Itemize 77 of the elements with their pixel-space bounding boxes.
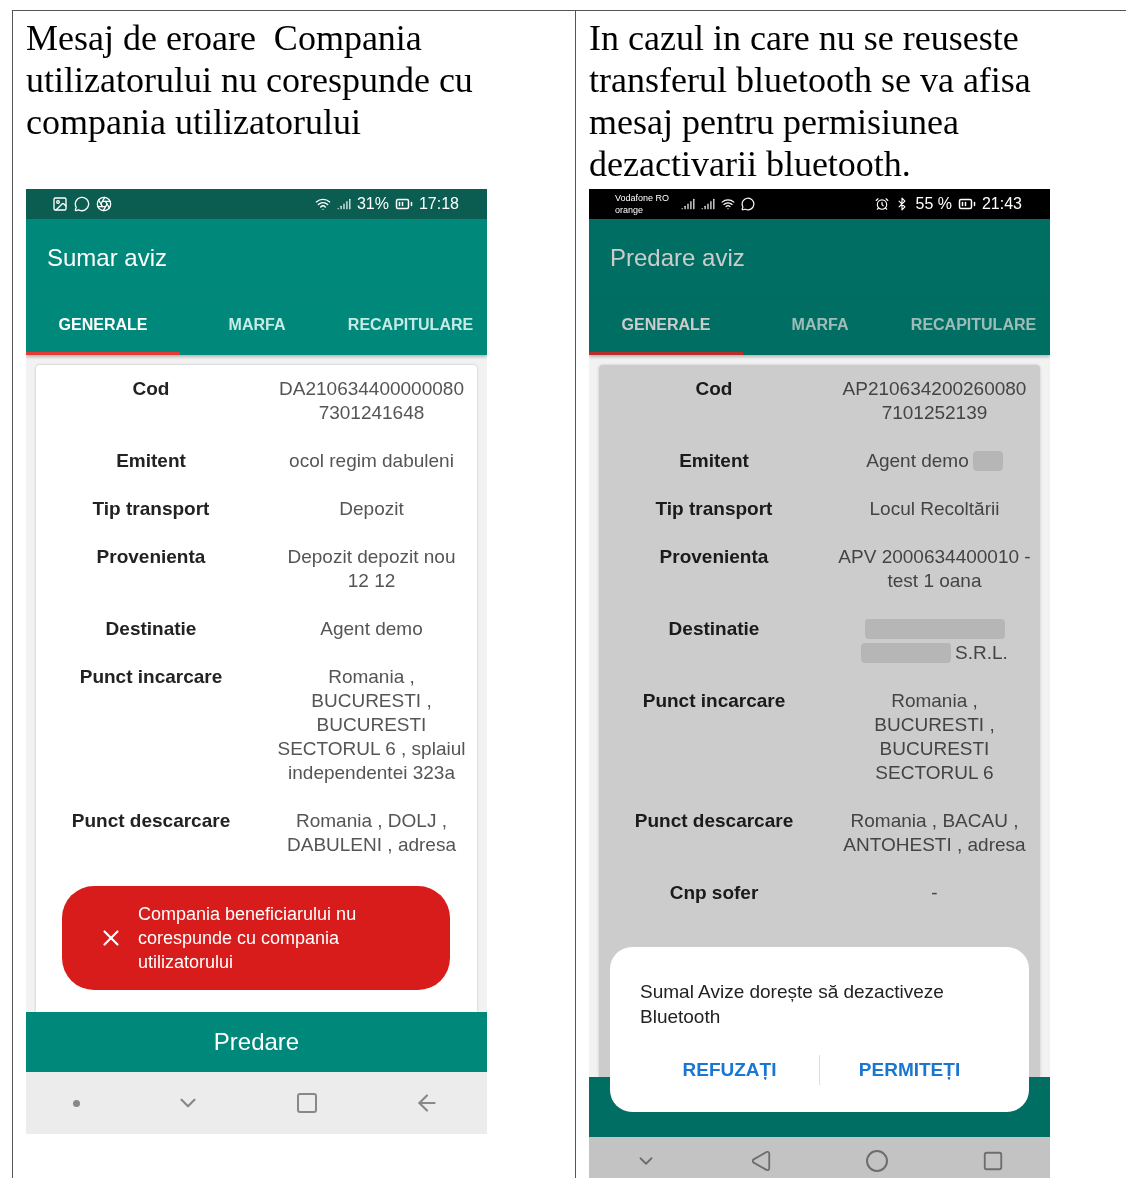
field-label: Cnp sofer <box>668 881 760 905</box>
field-value: ocol regim dabuleni <box>289 449 454 473</box>
alarm-icon <box>875 197 890 211</box>
field-value: APV 2000634400010 - <box>838 545 1031 569</box>
home-icon[interactable] <box>864 1149 889 1173</box>
back-icon[interactable] <box>750 1150 773 1172</box>
field-value: Romania , <box>328 665 415 689</box>
field-value: DABULENI , adresa <box>287 833 456 857</box>
battery-percent: 31% <box>356 195 389 213</box>
field-label: Cod <box>694 377 734 401</box>
field-value: S.R.L. <box>955 641 1008 665</box>
field-label: Punct descarcare <box>70 809 232 833</box>
tab[interactable]: GENERALE <box>26 297 180 355</box>
field-value: SECTORUL 6 <box>875 761 994 785</box>
field-value: 12 12 <box>347 569 396 593</box>
signal-icon <box>701 197 716 211</box>
field-label: Destinatie <box>104 617 198 641</box>
caption-text: Mesaj de eroare Compania utilizatorului nu corespunde cu compania utilizatorului <box>26 17 474 144</box>
battery-percent: 55 % <box>915 195 952 213</box>
tab[interactable]: RECAPITULARE <box>334 297 487 355</box>
field-label: Punct incarcare <box>641 689 787 713</box>
field-value: ANTOHESTI , adresa <box>843 833 1026 857</box>
wifi-icon <box>314 196 331 212</box>
field-value: DA210634400000080 <box>279 377 464 401</box>
field-value: independentei 323a <box>288 761 455 785</box>
field-value: Romania , <box>891 689 978 713</box>
clock: 17:18 <box>418 195 459 213</box>
tab[interactable]: RECAPITULARE <box>897 297 1050 355</box>
dialog-button[interactable]: REFUZAȚI <box>640 1051 819 1089</box>
carrier-name: orange <box>615 204 645 216</box>
field-value: 7301241648 <box>318 401 425 425</box>
screen-title: Predare aviz <box>610 244 745 272</box>
field-value: Romania , BACAU , <box>850 809 1019 833</box>
field-value: 7101252139 <box>881 401 988 425</box>
field-value: Depozit <box>339 497 404 521</box>
field-label: Provenienta <box>95 545 207 569</box>
field-label: Emitent <box>115 449 187 473</box>
field-value: Locul Recoltării <box>869 497 1000 521</box>
field-label: Punct descarcare <box>633 809 795 833</box>
field-label: Cod <box>131 377 171 401</box>
tab[interactable]: MARFA <box>743 297 897 355</box>
tab[interactable]: GENERALE <box>589 297 743 355</box>
carrier-name: Vodafone RO <box>615 192 670 204</box>
field-value: BUCURESTI <box>879 737 990 761</box>
field-value: Romania , DOLJ , <box>296 809 447 833</box>
field-value: BUCURESTI , <box>874 713 995 737</box>
toast-message: Compania beneficiarului nu corespunde cu compania utilizatorului <box>138 903 358 974</box>
dialog-button[interactable]: PERMITEȚI <box>820 1051 999 1089</box>
clock: 21:43 <box>981 195 1022 213</box>
field-value: Agent demo <box>320 617 423 641</box>
field-label: Provenienta <box>658 545 770 569</box>
field-label: Tip transport <box>91 497 211 521</box>
dialog-message: Sumal Avize dorește să dezactiveze Bluetooth <box>640 980 945 1029</box>
chat-icon <box>74 196 90 212</box>
signal-icon <box>681 197 696 211</box>
field-value: AP210634200260080 <box>842 377 1027 401</box>
field-value: SECTORUL 6 , splaiul <box>277 737 466 761</box>
image-icon <box>52 196 68 212</box>
field-label: Tip transport <box>654 497 774 521</box>
field-value: - <box>931 881 938 905</box>
signal-icon <box>336 197 351 211</box>
field-value: Depozit depozit nou <box>287 545 456 569</box>
field-label: Punct incarcare <box>78 665 224 689</box>
wifi-icon <box>721 197 736 211</box>
screen-title: Sumar aviz <box>47 244 168 272</box>
field-value: test 1 oana <box>887 569 982 593</box>
caption-text: In cazul in care nu se reuseste transferul bluetooth se va afisa mesaj pentru permisiunea dezactivarii bluetooth. <box>589 17 1032 186</box>
field-label: Destinatie <box>667 617 761 641</box>
chat-icon <box>741 197 756 211</box>
tab[interactable]: MARFA <box>180 297 334 355</box>
submit-button[interactable]: Predare <box>26 1012 487 1072</box>
field-value: BUCURESTI , <box>311 689 432 713</box>
home-icon[interactable] <box>295 1091 320 1115</box>
field-value: Agent demo <box>866 449 969 473</box>
field-label: Emitent <box>678 449 750 473</box>
dot-icon[interactable] <box>73 1099 81 1107</box>
field-value: BUCURESTI <box>316 713 427 737</box>
